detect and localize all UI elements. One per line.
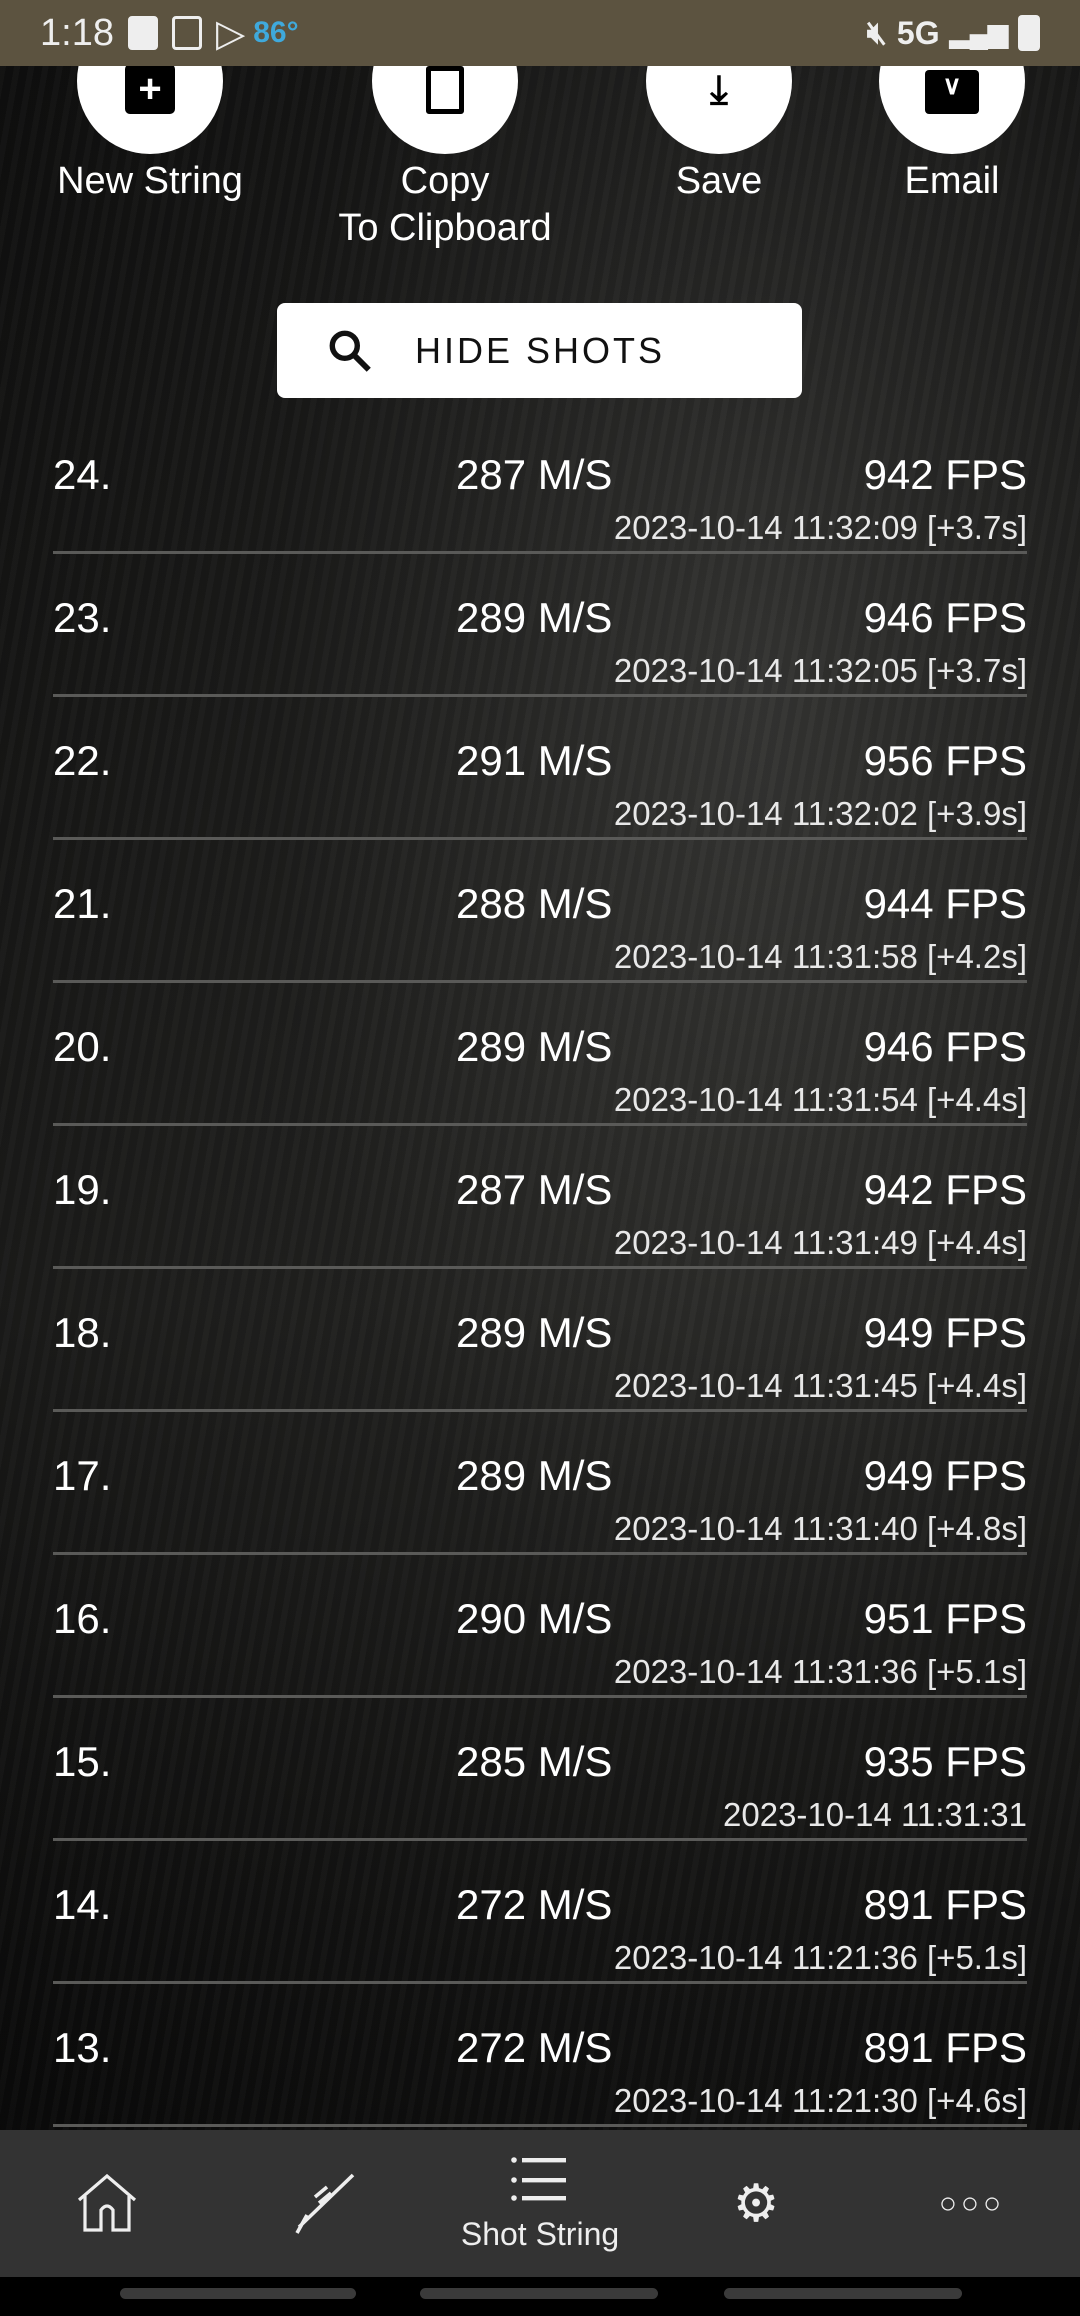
velocity-ms: 290 M/S bbox=[456, 1595, 613, 1642]
shot-number: 13. bbox=[53, 2024, 112, 2071]
shot-number: 15. bbox=[53, 1738, 112, 1785]
shot-timestamp: 2023-10-14 11:31:31 bbox=[723, 1796, 1027, 1833]
shot-timestamp: 2023-10-14 11:31:54 [+4.4s] bbox=[613, 1081, 1027, 1118]
shot-number: 24. bbox=[53, 451, 112, 498]
velocity-fps: 946 FPS bbox=[863, 594, 1027, 641]
shot-timestamp: 2023-10-14 11:32:09 [+3.7s] bbox=[613, 509, 1027, 546]
velocity-ms: 287 M/S bbox=[456, 451, 613, 498]
shot-row[interactable]: 21. 288 M/S 944 FPS 2023-10-14 11:31:58 [+4… bbox=[53, 840, 1027, 983]
shot-number: 20. bbox=[53, 1023, 112, 1070]
velocity-fps: 956 FPS bbox=[863, 737, 1027, 784]
shot-timestamp: 2023-10-14 11:21:36 [+5.1s] bbox=[613, 1939, 1027, 1976]
shot-list[interactable]: 24. 287 M/S 942 FPS 2023-10-14 11:32:09 [+3… bbox=[0, 411, 1080, 2127]
velocity-fps: 942 FPS bbox=[863, 1166, 1027, 1213]
more-icon: ○○○ bbox=[938, 2186, 1006, 2220]
shot-timestamp: 2023-10-14 11:31:36 [+5.1s] bbox=[613, 1653, 1027, 1690]
shot-timestamp: 2023-10-14 11:21:30 [+4.6s] bbox=[613, 2082, 1027, 2119]
velocity-fps: 949 FPS bbox=[863, 1309, 1027, 1356]
mute-icon: 🔇︎ bbox=[866, 14, 887, 50]
temperature: 86° bbox=[253, 16, 299, 49]
play-store-icon: ▷ bbox=[215, 12, 246, 55]
gears-icon: ⚙ bbox=[732, 2174, 780, 2233]
velocity-fps: 944 FPS bbox=[863, 880, 1027, 927]
shot-row[interactable]: 20. 289 M/S 946 FPS 2023-10-14 11:31:54 [+4… bbox=[53, 983, 1027, 1126]
velocity-ms: 289 M/S bbox=[456, 1309, 613, 1356]
nav-rifle[interactable] bbox=[216, 2130, 432, 2277]
shot-number: 23. bbox=[53, 594, 112, 641]
velocity-fps: 891 FPS bbox=[863, 2024, 1027, 2071]
hide-shots-label: HIDE SHOTS bbox=[415, 329, 666, 371]
shot-row[interactable]: 15. 285 M/S 935 FPS 2023-10-14 11:31:31 bbox=[53, 1698, 1027, 1841]
nav-shot-string[interactable]: Shot String bbox=[432, 2130, 648, 2277]
shot-number: 18. bbox=[53, 1309, 112, 1356]
shot-timestamp: 2023-10-14 11:31:58 [+4.2s] bbox=[613, 938, 1027, 975]
network-type: 5G bbox=[896, 14, 940, 51]
velocity-ms: 288 M/S bbox=[456, 880, 613, 927]
velocity-ms: 285 M/S bbox=[456, 1738, 613, 1785]
shot-timestamp: 2023-10-14 11:31:49 [+4.4s] bbox=[613, 1224, 1027, 1261]
new-string-label: New String bbox=[57, 160, 243, 202]
nav-settings[interactable]: ⚙ bbox=[648, 2130, 864, 2277]
velocity-ms: 291 M/S bbox=[456, 737, 613, 784]
signal-icon: ▂▄▆ bbox=[949, 17, 1008, 48]
to-clipboard-label: To Clipboard bbox=[338, 207, 552, 249]
shot-row[interactable]: 13. 272 M/S 891 FPS 2023-10-14 11:21:30 [+4… bbox=[53, 1984, 1027, 2127]
shot-number: 14. bbox=[53, 1881, 112, 1928]
bottom-nav: Shot String ⚙ ○○○ bbox=[0, 2130, 1080, 2277]
save-label: Save bbox=[675, 160, 763, 202]
copy-label: Copy bbox=[400, 160, 490, 202]
velocity-fps: 935 FPS bbox=[863, 1738, 1027, 1785]
shot-row[interactable]: 18. 289 M/S 949 FPS 2023-10-14 11:31:45 [+4… bbox=[53, 1269, 1027, 1412]
velocity-ms: 287 M/S bbox=[456, 1166, 613, 1213]
shot-row[interactable]: 23. 289 M/S 946 FPS 2023-10-14 11:32:05 [+3… bbox=[53, 554, 1027, 697]
shot-number: 17. bbox=[53, 1452, 112, 1499]
velocity-fps: 951 FPS bbox=[863, 1595, 1027, 1642]
velocity-ms: 272 M/S bbox=[456, 2024, 613, 2071]
velocity-fps: 949 FPS bbox=[863, 1452, 1027, 1499]
velocity-fps: 891 FPS bbox=[863, 1881, 1027, 1928]
shot-number: 22. bbox=[53, 737, 112, 784]
velocity-ms: 289 M/S bbox=[456, 1452, 613, 1499]
image-notification-icon bbox=[171, 16, 202, 50]
shot-number: 16. bbox=[53, 1595, 112, 1642]
shot-number: 21. bbox=[53, 880, 112, 927]
velocity-ms: 272 M/S bbox=[456, 1881, 613, 1928]
velocity-ms: 289 M/S bbox=[456, 594, 613, 641]
search-icon bbox=[329, 330, 371, 372]
shot-row[interactable]: 22. 291 M/S 956 FPS 2023-10-14 11:32:02 [+3… bbox=[53, 697, 1027, 840]
shot-row[interactable]: 19. 287 M/S 942 FPS 2023-10-14 11:31:49 [+4… bbox=[53, 1126, 1027, 1269]
velocity-fps: 946 FPS bbox=[863, 1023, 1027, 1070]
shot-timestamp: 2023-10-14 11:31:40 [+4.8s] bbox=[613, 1510, 1027, 1547]
shot-number: 19. bbox=[53, 1166, 112, 1213]
list-icon bbox=[511, 2157, 566, 2201]
checkbox-notification-icon bbox=[127, 16, 158, 50]
shot-timestamp: 2023-10-14 11:31:45 [+4.4s] bbox=[613, 1367, 1027, 1404]
gesture-bar bbox=[0, 2277, 1080, 2316]
velocity-fps: 942 FPS bbox=[863, 451, 1027, 498]
email-label: Email bbox=[904, 160, 1000, 202]
home-icon bbox=[77, 2173, 137, 2232]
shot-row[interactable]: 16. 290 M/S 951 FPS 2023-10-14 11:31:36 [+5… bbox=[53, 1555, 1027, 1698]
nav-home[interactable] bbox=[0, 2130, 216, 2277]
shot-timestamp: 2023-10-14 11:32:05 [+3.7s] bbox=[613, 652, 1027, 689]
velocity-ms: 289 M/S bbox=[456, 1023, 613, 1070]
shot-row[interactable]: 17. 289 M/S 949 FPS 2023-10-14 11:31:40 [+4… bbox=[53, 1412, 1027, 1555]
status-time: 1:18 bbox=[40, 11, 114, 54]
shot-timestamp: 2023-10-14 11:32:02 [+3.9s] bbox=[613, 795, 1027, 832]
nav-shot-string-label: Shot String bbox=[460, 2216, 620, 2252]
nav-more[interactable]: ○○○ bbox=[864, 2130, 1080, 2277]
hide-shots-button[interactable]: HIDE SHOTS bbox=[277, 303, 802, 398]
shot-row[interactable]: 14. 272 M/S 891 FPS 2023-10-14 11:21:36 [+5… bbox=[53, 1841, 1027, 1984]
battery-icon bbox=[1018, 15, 1040, 51]
shot-row[interactable]: 24. 287 M/S 942 FPS 2023-10-14 11:32:09 [+3… bbox=[53, 411, 1027, 554]
rifle-icon bbox=[295, 2173, 355, 2234]
status-bar: 1:18 ▷ 86° 🔇︎ 5G ▂▄▆ bbox=[0, 0, 1080, 66]
